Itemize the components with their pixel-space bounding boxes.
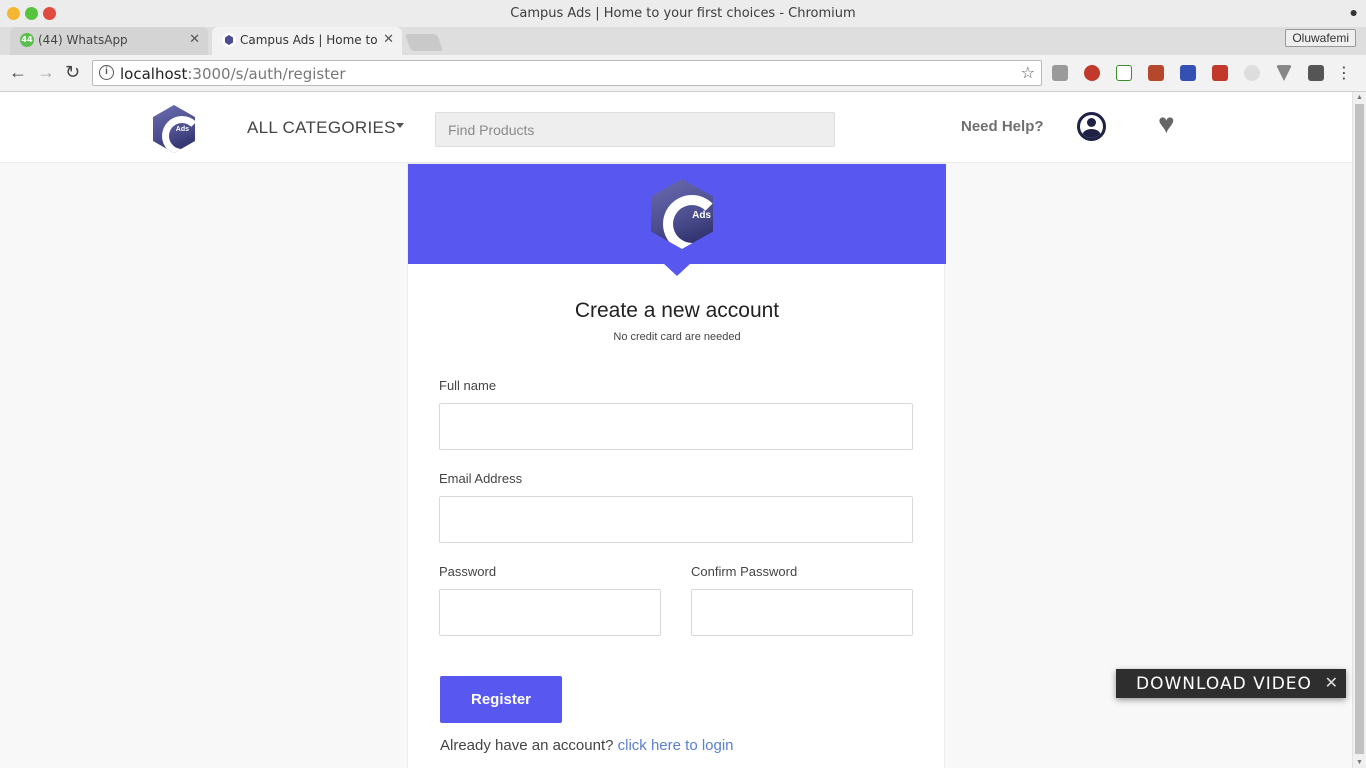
password-label: Password	[439, 564, 497, 579]
tab-close-icon[interactable]: ✕	[383, 32, 394, 47]
download-video-overlay[interactable]: DOWNLOAD VIDEO ✕	[1116, 669, 1346, 698]
scroll-up-icon[interactable]: ▲	[1356, 94, 1363, 101]
book-icon[interactable]	[1148, 65, 1164, 81]
login-prompt: Already have an account? click here to l…	[440, 737, 734, 754]
email-label: Email Address	[439, 471, 523, 486]
heart-icon[interactable]: ♥	[1158, 110, 1175, 138]
search-input[interactable]	[435, 112, 835, 147]
tag-icon[interactable]	[1180, 65, 1196, 81]
page-viewport: Ads ALL CATEGORIES Need Help? ♥ Ads Crea…	[0, 92, 1352, 768]
scrollbar-thumb[interactable]	[1355, 104, 1364, 754]
confirm-password-input[interactable]	[691, 589, 913, 636]
register-button[interactable]: Register	[440, 676, 562, 723]
whatsapp-icon: 44	[20, 33, 34, 47]
tab-label: Campus Ads | Home to your first choices	[240, 33, 380, 47]
vuejs-icon[interactable]	[1276, 65, 1292, 81]
window-titlebar: Campus Ads | Home to your first choices …	[0, 0, 1366, 27]
profile-button[interactable]: Oluwafemi	[1285, 29, 1356, 47]
tab-campus-ads[interactable]: Campus Ads | Home to your first choices …	[212, 27, 402, 55]
chevron-down-icon[interactable]	[396, 123, 404, 128]
form-title: Create a new account	[574, 299, 780, 322]
reload-icon[interactable]: ↻	[65, 62, 80, 83]
tab-whatsapp[interactable]: 44 (44) WhatsApp ✕	[10, 27, 208, 55]
info-icon[interactable]: i	[99, 65, 114, 80]
form-subtitle: No credit card are needed	[613, 331, 741, 343]
window-title: Campus Ads | Home to your first choices …	[510, 6, 856, 21]
close-icon[interactable]: ✕	[1325, 673, 1338, 693]
adblock-icon[interactable]	[1084, 65, 1100, 81]
address-bar[interactable]: i localhost:3000/s/auth/register ☆	[92, 60, 1042, 86]
photo-icon[interactable]	[1212, 65, 1228, 81]
banner-logo: Ads	[651, 179, 713, 249]
site-header: Ads ALL CATEGORIES Need Help? ♥	[0, 92, 1352, 163]
address-url[interactable]: localhost:3000/s/auth/register	[120, 65, 345, 83]
page-scrollbar[interactable]: ▲ ▼	[1352, 92, 1366, 768]
lightbulb-icon[interactable]	[1308, 65, 1324, 81]
need-help-link[interactable]: Need Help?	[961, 118, 1044, 135]
browser-toolbar: ← → ↻ i localhost:3000/s/auth/register ☆…	[0, 55, 1366, 92]
browser-menu-icon[interactable]: ⋮	[1336, 63, 1352, 83]
full-name-input[interactable]	[439, 403, 913, 450]
tab-strip: 44 (44) WhatsApp ✕ Campus Ads | Home to …	[0, 27, 1366, 55]
tab-label: (44) WhatsApp	[38, 33, 128, 47]
forward-icon[interactable]: →	[37, 62, 55, 83]
tab-close-icon[interactable]: ✕	[189, 32, 200, 47]
register-card: Ads Create a new account No credit card …	[407, 163, 946, 768]
site-logo[interactable]: Ads	[153, 105, 195, 153]
login-link[interactable]: click here to login	[618, 737, 734, 754]
user-account-icon[interactable]	[1077, 112, 1106, 141]
download-video-label[interactable]: DOWNLOAD VIDEO	[1136, 674, 1312, 694]
bw-icon[interactable]	[1116, 65, 1132, 81]
gallery-icon[interactable]	[1052, 65, 1068, 81]
back-icon[interactable]: ←	[9, 62, 27, 83]
card-banner: Ads	[408, 164, 946, 264]
all-categories-dropdown[interactable]: ALL CATEGORIES	[247, 118, 396, 138]
email-input[interactable]	[439, 496, 913, 543]
scroll-down-icon[interactable]: ▼	[1356, 759, 1363, 766]
bookmark-star-icon[interactable]: ☆	[1021, 63, 1035, 83]
window-menu-dot[interactable]: ●	[1350, 4, 1358, 20]
full-name-label: Full name	[439, 378, 497, 393]
new-tab-button[interactable]	[404, 34, 444, 51]
banner-pointer	[663, 263, 691, 276]
clock-icon[interactable]	[1244, 65, 1260, 81]
confirm-password-label: Confirm Password	[691, 564, 798, 579]
password-input[interactable]	[439, 589, 661, 636]
